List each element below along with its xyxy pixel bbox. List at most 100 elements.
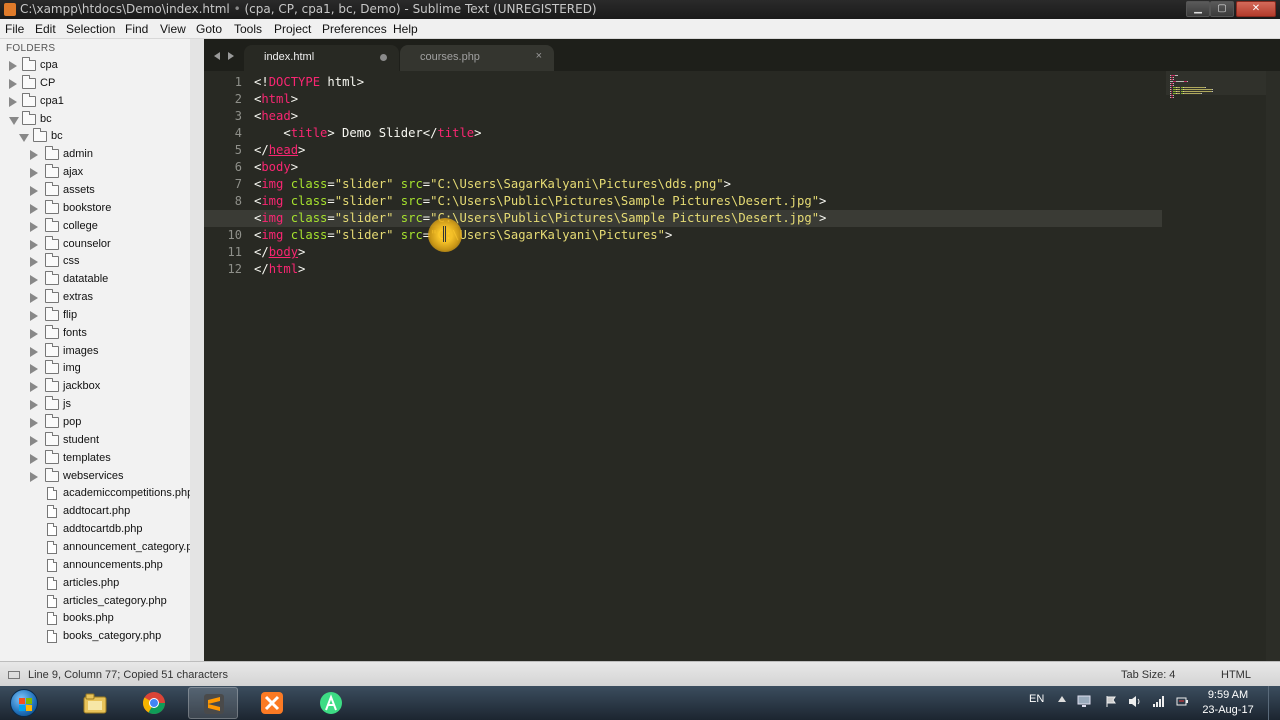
menu-view[interactable]: View <box>160 22 186 36</box>
tab-nav-right-icon[interactable] <box>228 52 234 60</box>
expand-right-icon[interactable] <box>30 257 38 268</box>
file-item[interactable]: addtocartdb.php <box>0 521 190 539</box>
system-clock[interactable]: 9:59 AM 23-Aug-17 <box>1196 688 1260 718</box>
code-line[interactable]: <img class="slider" src="C:\Users\Public… <box>254 193 826 210</box>
code-view[interactable]: <!DOCTYPE html> <html> <head> <title> Demo… <box>204 71 1162 661</box>
expand-right-icon[interactable] <box>30 418 38 428</box>
menu-find[interactable]: Find <box>125 22 148 36</box>
unsaved-dot-icon[interactable] <box>380 54 387 61</box>
folder-item[interactable]: extras <box>0 289 190 307</box>
expand-right-icon[interactable] <box>30 453 38 464</box>
code-line[interactable]: <html> <box>254 91 298 108</box>
expand-right-icon[interactable] <box>30 239 38 250</box>
sidebar-scrollbar[interactable] <box>190 39 204 661</box>
tab-size-selector[interactable]: Tab Size: 4 <box>1121 669 1175 681</box>
menu-preferences[interactable]: Preferences <box>322 22 387 36</box>
tab-index-html[interactable]: index.html <box>244 45 399 71</box>
file-item[interactable]: books_category.php <box>0 628 190 646</box>
folder-item[interactable]: flip <box>0 306 190 325</box>
file-item[interactable]: articles_category.php <box>0 593 190 611</box>
code-line[interactable]: <img class="slider" src="C:\Users\SagarK… <box>254 176 731 193</box>
file-item[interactable]: announcement_category.php <box>0 539 190 557</box>
expand-right-icon[interactable] <box>30 364 38 375</box>
power-icon[interactable] <box>1175 695 1189 708</box>
folder-item[interactable]: webservices <box>0 467 190 486</box>
monitor-icon[interactable] <box>1077 695 1091 708</box>
file-item[interactable]: addtocart.php <box>0 503 190 521</box>
file-item[interactable]: announcements.php <box>0 557 190 575</box>
tab-courses-php[interactable]: courses.php × <box>400 45 554 71</box>
menu-file[interactable]: File <box>5 22 24 36</box>
syntax-selector[interactable]: HTML <box>1221 669 1251 681</box>
expand-right-icon[interactable] <box>30 275 38 286</box>
show-hidden-icons-icon[interactable] <box>1058 696 1066 702</box>
code-line[interactable]: <img class="slider" src="C:\Users\SagarK… <box>254 227 672 244</box>
code-line[interactable]: <img class="slider" src="C:\Users\Public… <box>204 210 1162 227</box>
expand-right-icon[interactable] <box>9 78 17 89</box>
folder-item[interactable]: css <box>0 253 190 271</box>
expand-right-icon[interactable] <box>30 185 38 196</box>
menu-selection[interactable]: Selection <box>66 22 115 36</box>
expand-right-icon[interactable] <box>30 203 38 214</box>
menu-edit[interactable]: Edit <box>35 22 56 36</box>
file-item[interactable]: articles.php <box>0 575 190 593</box>
folder-item[interactable]: pop <box>0 414 190 432</box>
expand-right-icon[interactable] <box>30 168 38 179</box>
expand-right-icon[interactable] <box>9 96 17 107</box>
code-line[interactable]: </head> <box>254 142 305 159</box>
taskbar-android-studio[interactable] <box>306 687 356 719</box>
code-line[interactable]: </body> <box>254 244 305 261</box>
folder-item[interactable]: datatable <box>0 271 190 289</box>
language-indicator[interactable]: EN <box>1029 693 1044 705</box>
folder-item[interactable]: bc <box>0 110 190 129</box>
minimize-button[interactable]: ▁ <box>1186 1 1210 17</box>
expand-right-icon[interactable] <box>30 382 38 393</box>
file-item[interactable]: academiccompetitions.php <box>0 485 190 503</box>
show-desktop-button[interactable] <box>1268 686 1280 720</box>
folder-item[interactable]: assets <box>0 181 190 200</box>
network-icon[interactable] <box>1152 695 1166 708</box>
folder-item[interactable]: bc <box>0 128 190 146</box>
folder-item[interactable]: ajax <box>0 164 190 182</box>
editor-scrollbar[interactable] <box>1266 71 1280 661</box>
menu-project[interactable]: Project <box>274 22 311 36</box>
tab-close-icon[interactable]: × <box>536 50 542 62</box>
panel-toggle-icon[interactable] <box>8 671 20 679</box>
taskbar-explorer[interactable] <box>70 687 120 719</box>
code-line[interactable]: </html> <box>254 261 305 278</box>
expand-right-icon[interactable] <box>30 150 38 161</box>
expand-right-icon[interactable] <box>30 346 38 357</box>
taskbar-sublime-text[interactable] <box>188 687 238 719</box>
menu-tools[interactable]: Tools <box>234 22 262 36</box>
folder-item[interactable]: fonts <box>0 324 190 343</box>
folder-item[interactable]: templates <box>0 449 190 468</box>
folder-item[interactable]: college <box>0 217 190 236</box>
folder-item[interactable]: jackbox <box>0 378 190 396</box>
action-center-flag-icon[interactable] <box>1104 695 1118 708</box>
expand-down-icon[interactable] <box>9 116 19 125</box>
folder-item[interactable]: js <box>0 396 190 414</box>
menu-goto[interactable]: Goto <box>196 22 222 36</box>
menu-help[interactable]: Help <box>393 22 418 36</box>
expand-right-icon[interactable] <box>30 221 38 232</box>
folder-item[interactable]: bookstore <box>0 199 190 218</box>
expand-right-icon[interactable] <box>30 310 38 321</box>
start-button[interactable] <box>4 687 44 719</box>
tab-nav-left-icon[interactable] <box>214 52 220 60</box>
folder-item[interactable]: student <box>0 431 190 450</box>
expand-right-icon[interactable] <box>9 61 17 71</box>
close-button[interactable]: ✕ <box>1236 1 1276 17</box>
expand-right-icon[interactable] <box>30 471 38 482</box>
expand-down-icon[interactable] <box>19 134 29 143</box>
folder-item[interactable]: img <box>0 360 190 378</box>
expand-right-icon[interactable] <box>30 293 38 304</box>
expand-right-icon[interactable] <box>30 435 38 446</box>
expand-right-icon[interactable] <box>30 400 38 411</box>
folder-item[interactable]: admin <box>0 146 190 164</box>
code-line[interactable]: <body> <box>254 159 298 176</box>
folder-item[interactable]: CP <box>0 74 190 93</box>
maximize-button[interactable]: ▢ <box>1210 1 1234 17</box>
code-line[interactable]: <head> <box>254 108 298 125</box>
code-line[interactable]: <!DOCTYPE html> <box>254 74 364 91</box>
code-line[interactable]: <title> Demo Slider</title> <box>254 125 481 142</box>
